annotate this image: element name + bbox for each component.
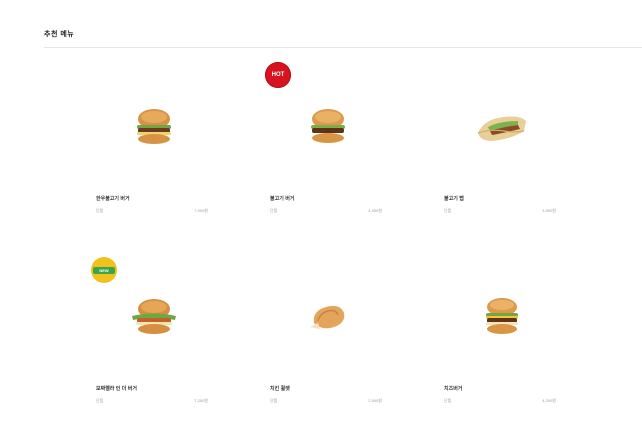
menu-sub: 단품: [270, 208, 278, 213]
menu-card[interactable]: 치킨 휠렛 단품 2,500원: [268, 262, 388, 414]
menu-page: 추천 메뉴 한우불고기 버거 단품 7,900원 불고기 버거 단품 4,900…: [0, 0, 642, 428]
burger-icon: [137, 109, 171, 144]
menu-sub: 단품: [270, 398, 278, 403]
menu-thumb: [94, 72, 214, 182]
menu-price: 7,200원: [194, 398, 208, 403]
menu-sub: 단품: [444, 398, 452, 403]
menu-card[interactable]: 한우불고기 버거 단품 7,900원: [94, 72, 214, 224]
menu-sub: 단품: [96, 398, 104, 403]
menu-name: 모짜렐라 인 더 버거: [96, 386, 137, 392]
menu-name: 불고기 버거: [270, 196, 295, 202]
burger-icon: [311, 109, 345, 143]
menu-thumb: [442, 72, 562, 182]
wrap-icon: [477, 116, 526, 141]
menu-thumb: [442, 262, 562, 372]
menu-thumb: [268, 72, 388, 182]
menu-thumb: [268, 262, 388, 372]
chicken-icon: [310, 305, 345, 329]
menu-price: 7,900원: [194, 208, 208, 213]
menu-price: 2,500원: [368, 398, 382, 403]
menu-name: 치즈버거: [444, 386, 463, 392]
menu-price: 4,200원: [542, 398, 556, 403]
divider: [44, 47, 642, 48]
menu-name: 한우불고기 버거: [96, 196, 130, 202]
menu-name: 불고기 랩: [444, 196, 464, 202]
hot-badge: HOT: [265, 62, 291, 88]
burger-icon: [132, 299, 176, 334]
menu-sub: 단품: [96, 208, 104, 213]
menu-card[interactable]: 치즈버거 단품 4,200원: [442, 262, 562, 414]
menu-price: 4,900원: [368, 208, 382, 213]
menu-price: 3,900원: [542, 208, 556, 213]
menu-name: 치킨 휠렛: [270, 386, 290, 392]
menu-sub: 단품: [444, 208, 452, 213]
menu-card[interactable]: 불고기 버거 단품 4,900원: [268, 72, 388, 224]
menu-card[interactable]: 불고기 랩 단품 3,900원: [442, 72, 562, 224]
new-badge-label: NEW: [93, 266, 115, 274]
new-badge: NEW: [91, 257, 117, 283]
section-title: 추천 메뉴: [44, 31, 75, 38]
menu-card[interactable]: 모짜렐라 인 더 버거 단품 7,200원: [94, 262, 214, 414]
burger-icon: [486, 298, 518, 334]
